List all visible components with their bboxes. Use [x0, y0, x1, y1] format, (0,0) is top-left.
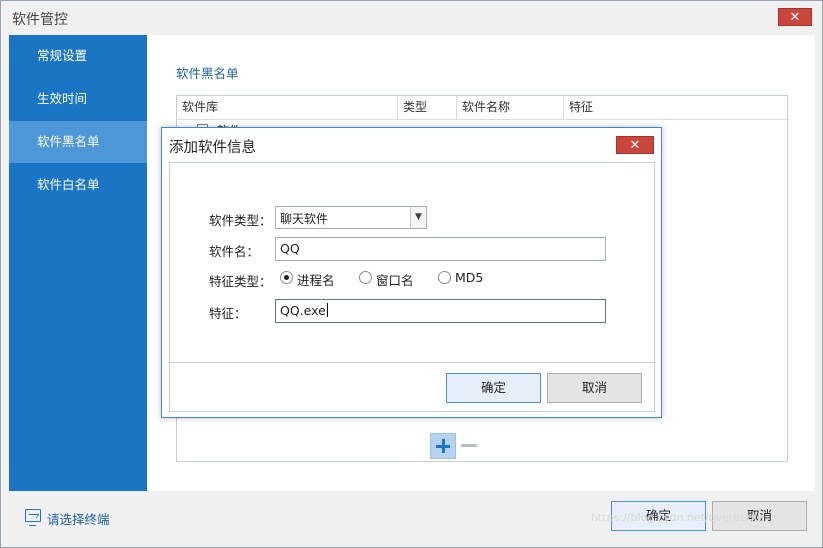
- dialog-close-button[interactable]: ✕: [616, 136, 654, 154]
- sidebar-item-label: 生效时间: [37, 91, 88, 106]
- close-icon: ✕: [789, 10, 801, 25]
- feature-type-label: 特征类型：: [209, 274, 272, 289]
- radio-window-name-circle[interactable]: [359, 271, 372, 284]
- radio-label: 窗口名: [376, 273, 414, 288]
- sidebar-item-effective-time[interactable]: 生效时间: [9, 78, 147, 120]
- column-header-name[interactable]: 软件名称: [457, 96, 564, 120]
- plus-icon[interactable]: [430, 433, 456, 459]
- sidebar-item-label: 常规设置: [37, 48, 88, 63]
- software-name-value: QQ: [280, 241, 300, 256]
- software-type-value: 聊天软件: [280, 212, 329, 226]
- sidebar-item-whitelist[interactable]: 软件白名单: [9, 164, 147, 206]
- sidebar-item-blacklist[interactable]: 软件黑名单: [9, 121, 147, 163]
- software-name-input[interactable]: QQ: [275, 237, 606, 261]
- dialog-ok-button[interactable]: 确定: [446, 373, 541, 403]
- terminal-icon: [25, 509, 41, 526]
- radio-label: MD5: [455, 270, 484, 285]
- sidebar-item-label: 软件黑名单: [37, 134, 100, 149]
- watermark: https://blog.csdn.net/overbegin: [591, 511, 764, 524]
- sidebar-item-label: 软件白名单: [37, 177, 100, 192]
- title-bar: 软件管控 ✕: [1, 1, 822, 34]
- select-terminal-label: 请选择终端: [47, 512, 110, 527]
- minus-icon[interactable]: [460, 433, 478, 459]
- column-header-library[interactable]: 软件库: [177, 96, 398, 120]
- software-type-select[interactable]: 聊天软件 ▼: [275, 206, 427, 229]
- radio-process-name-circle[interactable]: [280, 271, 293, 284]
- text-caret: [326, 303, 328, 317]
- feature-input[interactable]: QQ.exe: [275, 299, 606, 323]
- radio-label: 进程名: [297, 273, 335, 288]
- feature-value: QQ.exe: [280, 303, 326, 318]
- section-title: 软件黑名单: [176, 66, 239, 81]
- dialog-footer: 确定 取消: [170, 362, 654, 411]
- software-name-label: 软件名：: [209, 244, 260, 259]
- window-close-button[interactable]: ✕: [778, 8, 812, 26]
- table-header: 软件库 类型 软件名称 特征: [177, 96, 787, 120]
- feature-label: 特征：: [209, 306, 247, 321]
- dialog-cancel-button[interactable]: 取消: [547, 373, 642, 403]
- sidebar: 常规设置 生效时间 软件黑名单 软件白名单: [9, 35, 147, 491]
- add-software-dialog: 添加软件信息 ✕ 软件类型： 聊天软件 ▼ 软件名： QQ 特征类型： 进程名 …: [161, 127, 662, 418]
- window-title: 软件管控: [12, 12, 68, 28]
- dialog-title: 添加软件信息: [169, 140, 256, 156]
- close-icon: ✕: [629, 138, 641, 153]
- chevron-down-icon[interactable]: ▼: [410, 207, 426, 228]
- column-header-feature[interactable]: 特征: [564, 96, 787, 120]
- radio-md5-circle[interactable]: [438, 271, 451, 284]
- sidebar-item-general[interactable]: 常规设置: [9, 35, 147, 77]
- software-type-label: 软件类型：: [209, 213, 272, 228]
- column-header-type[interactable]: 类型: [398, 96, 457, 120]
- dialog-body: 软件类型： 聊天软件 ▼ 软件名： QQ 特征类型： 进程名 窗口名 MD5 特…: [169, 162, 655, 412]
